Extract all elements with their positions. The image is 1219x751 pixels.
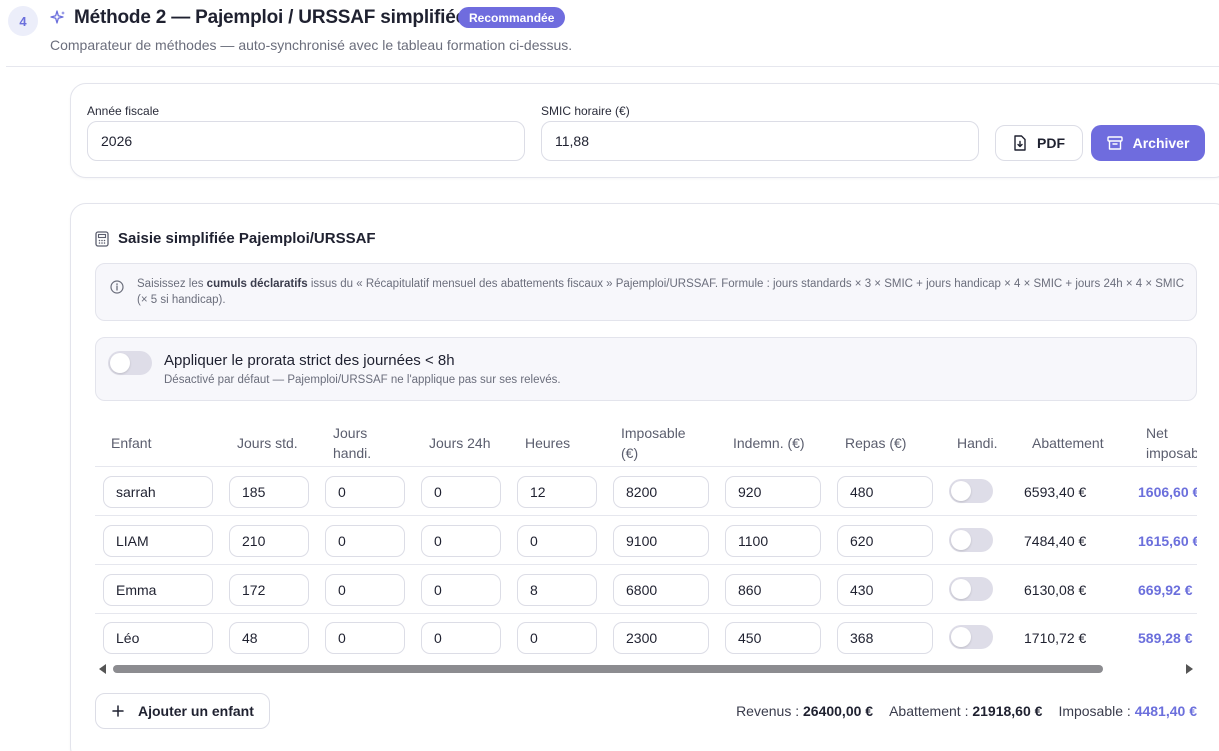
col-header-repas: Repas (€) — [845, 435, 907, 451]
calculator-icon — [95, 230, 109, 247]
total-revenus: Revenus : 26400,00 € — [736, 703, 874, 719]
indemn-input[interactable]: 450 — [725, 622, 821, 654]
col-header-heures: Heures — [525, 435, 571, 451]
step-number-badge: 4 — [8, 6, 38, 36]
file-download-icon — [1014, 135, 1026, 151]
page-subtitle: Comparateur de méthodes — auto-synchroni… — [50, 37, 573, 53]
year-label: Année fiscale — [87, 104, 160, 118]
jours-handi-input[interactable]: 0 — [325, 622, 405, 654]
abattement-value: 6130,08 € — [1024, 582, 1087, 598]
net-imposable-value: 1615,60 € — [1138, 533, 1197, 549]
heures-input[interactable]: 12 — [517, 476, 597, 508]
jours-std-input[interactable]: 185 — [229, 476, 309, 508]
enfant-input[interactable]: Léo — [103, 622, 213, 654]
col-header-net-imposable: Netimposable — [1146, 425, 1197, 461]
archive-button-label: Archiver — [1132, 135, 1190, 151]
row-divider — [95, 515, 1197, 516]
net-imposable-value: 589,28 € — [1138, 630, 1193, 646]
handi-toggle[interactable] — [949, 577, 993, 601]
jours-24h-input[interactable]: 0 — [421, 622, 501, 654]
plus-icon — [112, 705, 124, 717]
section-title: Saisie simplifiée Pajemploi/URSSAF — [95, 230, 376, 247]
jours-24h-input[interactable]: 0 — [421, 476, 501, 508]
indemn-input[interactable]: 920 — [725, 476, 821, 508]
handi-toggle[interactable] — [949, 528, 993, 552]
col-header-jours-24h: Jours 24h — [429, 435, 491, 451]
info-icon — [110, 280, 124, 294]
heures-input[interactable]: 0 — [517, 525, 597, 557]
sparkles-icon — [50, 10, 65, 24]
row-divider — [95, 613, 1197, 614]
scroll-right-arrow-icon[interactable] — [1186, 664, 1193, 674]
table-horizontal-scrollbar[interactable] — [95, 663, 1197, 675]
col-header-enfant: Enfant — [111, 435, 152, 451]
col-header-jours-handi: Jours handi. — [333, 425, 372, 461]
enfant-input[interactable]: LIAM — [103, 525, 213, 557]
archive-button[interactable]: Archiver — [1091, 125, 1205, 161]
col-header-jours-std: Jours std. — [237, 435, 298, 451]
imposable-input[interactable]: 9100 — [613, 525, 709, 557]
scroll-left-arrow-icon[interactable] — [99, 664, 106, 674]
abattement-value: 7484,40 € — [1024, 533, 1087, 549]
add-child-button[interactable]: Ajouter un enfant — [95, 693, 270, 729]
jours-handi-input[interactable]: 0 — [325, 476, 405, 508]
col-header-handi: Handi. — [957, 435, 998, 451]
recommended-badge: Recommandée — [458, 7, 566, 28]
jours-handi-input[interactable]: 0 — [325, 574, 405, 606]
info-box: Saisissez les cumuls déclaratifs issus d… — [95, 263, 1197, 321]
jours-std-input[interactable]: 210 — [229, 525, 309, 557]
imposable-input[interactable]: 6800 — [613, 574, 709, 606]
abattement-value: 1710,72 € — [1024, 630, 1087, 646]
net-imposable-value: 669,92 € — [1138, 582, 1193, 598]
heures-input[interactable]: 8 — [517, 574, 597, 606]
smic-input[interactable]: 11,88 — [541, 121, 979, 161]
repas-input[interactable]: 480 — [837, 476, 933, 508]
col-header-abattement: Abattement — [1032, 435, 1104, 451]
jours-handi-input[interactable]: 0 — [325, 525, 405, 557]
col-header-indemn: Indemn. (€) — [733, 435, 805, 451]
repas-input[interactable]: 620 — [837, 525, 933, 557]
indemn-input[interactable]: 1100 — [725, 525, 821, 557]
year-input[interactable]: 2026 — [87, 121, 525, 161]
jours-24h-input[interactable]: 0 — [421, 574, 501, 606]
enfant-input[interactable]: Emma — [103, 574, 213, 606]
imposable-input[interactable]: 8200 — [613, 476, 709, 508]
header-divider — [6, 66, 1219, 67]
imposable-input[interactable]: 2300 — [613, 622, 709, 654]
pdf-button[interactable]: PDF — [995, 125, 1083, 161]
repas-input[interactable]: 368 — [837, 622, 933, 654]
info-text: Saisissez les cumuls déclaratifs issus d… — [137, 278, 1184, 306]
prorata-title: Appliquer le prorata strict des journées… — [164, 352, 455, 369]
prorata-toggle[interactable] — [108, 351, 152, 375]
add-child-label: Ajouter un enfant — [138, 703, 254, 719]
totals-summary: Revenus : 26400,00 € Abattement : 21918,… — [640, 703, 1197, 719]
total-abattement: Abattement : 21918,60 € — [889, 703, 1043, 719]
handi-toggle[interactable] — [949, 625, 993, 649]
enfant-input[interactable]: sarrah — [103, 476, 213, 508]
handi-toggle[interactable] — [949, 479, 993, 503]
scroll-thumb[interactable] — [113, 665, 1103, 673]
jours-std-input[interactable]: 48 — [229, 622, 309, 654]
total-imposable: Imposable : 4481,40 € — [1058, 703, 1197, 719]
info-bold: cumuls déclaratifs — [206, 278, 308, 290]
smic-label: SMIC horaire (€) — [541, 104, 630, 118]
jours-std-input[interactable]: 172 — [229, 574, 309, 606]
jours-24h-input[interactable]: 0 — [421, 525, 501, 557]
section-title-text: Saisie simplifiée Pajemploi/URSSAF — [118, 230, 376, 247]
col-header-imposable: Imposable (€) — [621, 425, 686, 461]
pdf-button-label: PDF — [1037, 135, 1065, 151]
indemn-input[interactable]: 860 — [725, 574, 821, 606]
children-table: Enfant Jours std. Jours handi. Jours 24h … — [95, 415, 1197, 685]
page-title: Méthode 2 — Pajemploi / URSSAF simplifié… — [74, 7, 466, 28]
header-divider-line — [95, 466, 1197, 467]
repas-input[interactable]: 430 — [837, 574, 933, 606]
net-imposable-value: 1606,60 € — [1138, 484, 1197, 500]
abattement-value: 6593,40 € — [1024, 484, 1087, 500]
archive-icon — [1106, 136, 1123, 150]
prorata-box: Appliquer le prorata strict des journées… — [95, 337, 1197, 401]
heures-input[interactable]: 0 — [517, 622, 597, 654]
prorata-subtitle: Désactivé par défaut — Pajemploi/URSSAF … — [164, 374, 561, 386]
row-divider — [95, 564, 1197, 565]
